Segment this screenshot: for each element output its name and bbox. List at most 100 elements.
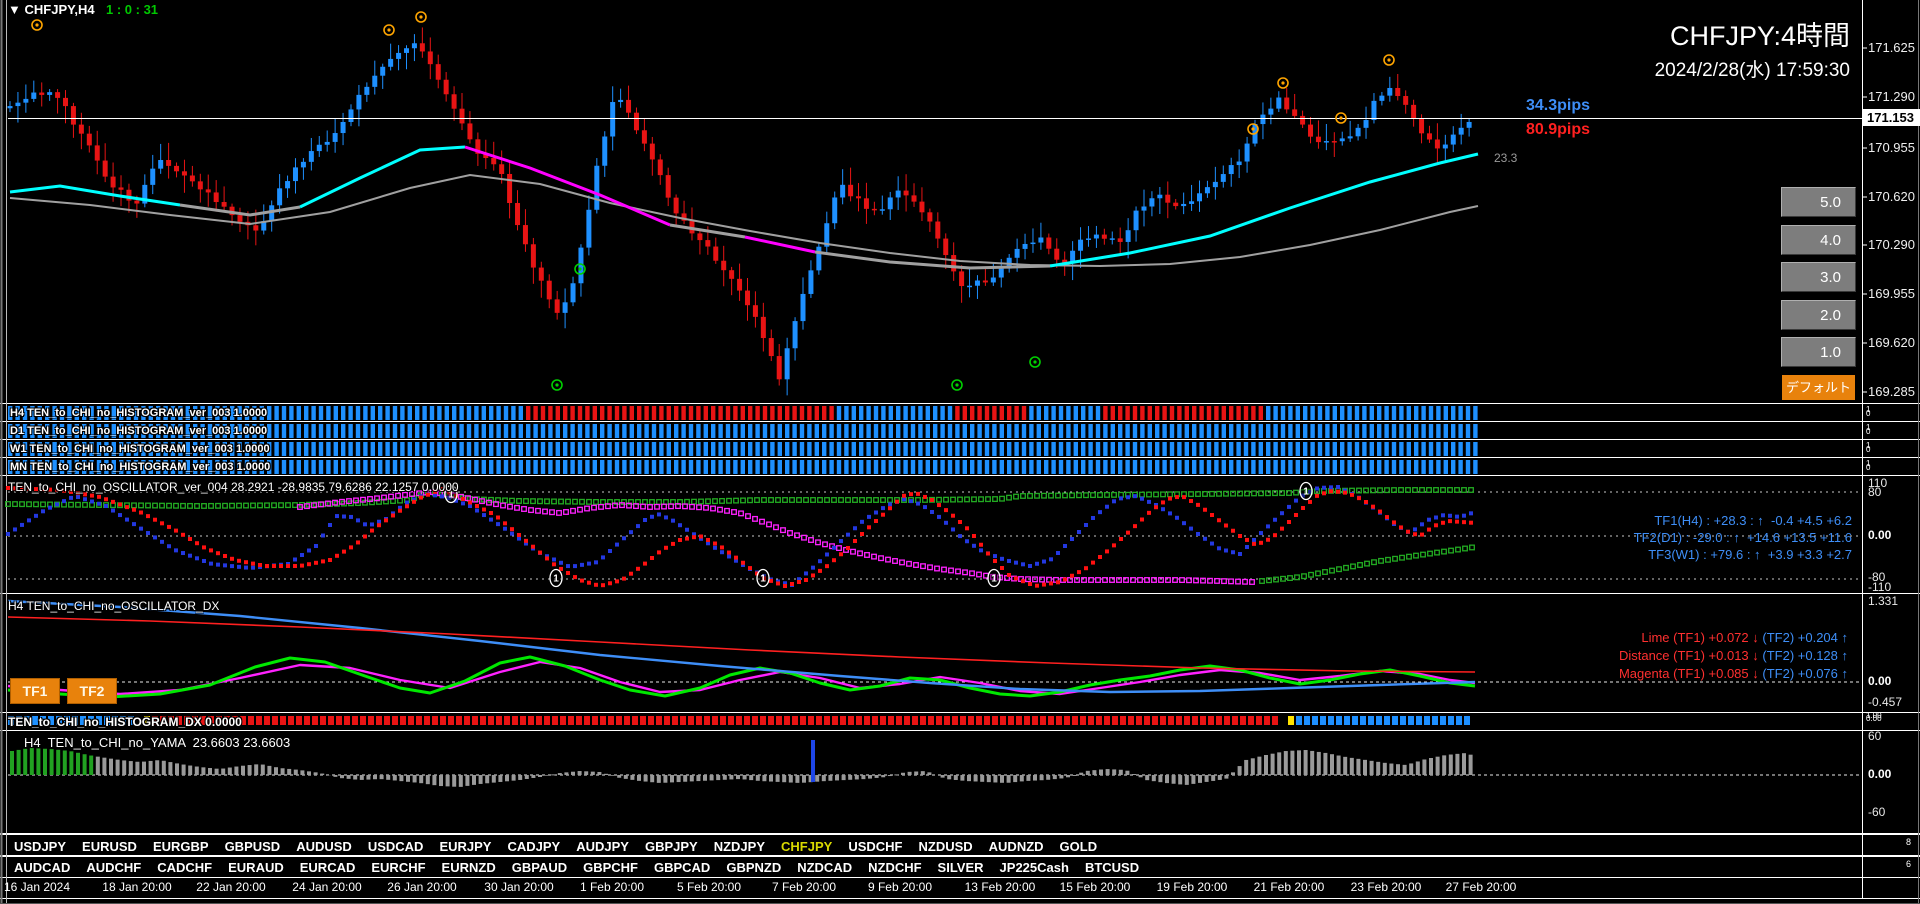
symbol-item-eurjpy[interactable]: EURJPY [439, 839, 491, 854]
circled-one-marker: 1 [756, 568, 770, 588]
candle-body [443, 79, 449, 95]
subwindow-scale-label: -110 [1868, 580, 1892, 594]
symbol-item-cadchf[interactable]: CADCHF [157, 860, 212, 875]
subwindow-scale-label: -60 [1868, 805, 1886, 819]
symbol-item-usdcad[interactable]: USDCAD [368, 839, 424, 854]
symbol-item-btcusd[interactable]: BTCUSD [1085, 860, 1139, 875]
candle-body [1085, 238, 1091, 240]
legend-tf1-value: Magenta (TF1) +0.085 ↓ [1618, 666, 1763, 681]
candle-body [1054, 248, 1060, 260]
symbol-item-gbpusd[interactable]: GBPUSD [225, 839, 281, 854]
signal-circle-icon [551, 379, 563, 391]
mini-scale-digit: 0 [1866, 463, 1871, 472]
symbol-item-gbpcad[interactable]: GBPCAD [654, 860, 710, 875]
zoom-level-button[interactable]: 4.0 [1781, 225, 1856, 255]
symbol-item-euraud[interactable]: EURAUD [228, 860, 284, 875]
symbol-item-eurgbp[interactable]: EURGBP [153, 839, 209, 854]
date-axis-label: 26 Jan 20:00 [387, 880, 457, 894]
mini-scale-glyph: 10 [1866, 442, 1876, 454]
symbol-item-silver[interactable]: SILVER [938, 860, 984, 875]
candle-body [23, 98, 29, 103]
symbol-item-audchf[interactable]: AUDCHF [86, 860, 141, 875]
symbol-item-gbpaud[interactable]: GBPAUD [512, 860, 567, 875]
svg-text:1: 1 [1303, 487, 1309, 498]
candle-body [586, 209, 592, 248]
mini-scale-glyph: 6 [1906, 859, 1912, 869]
candle-body [800, 293, 806, 322]
candle-body [181, 171, 187, 176]
symbol-item-audcad[interactable]: AUDCAD [14, 860, 70, 875]
symbol-item-eurusd[interactable]: EURUSD [82, 839, 137, 854]
candle-body [816, 246, 822, 271]
zoom-level-button[interactable]: 2.0 [1781, 300, 1856, 330]
candle-body [1466, 121, 1472, 128]
candle-body [1228, 165, 1234, 175]
candle-body [7, 106, 13, 109]
candle-body [974, 280, 980, 286]
zoom-level-button[interactable]: 5.0 [1781, 187, 1856, 217]
candle-body [959, 271, 965, 287]
candle-body [1046, 237, 1052, 249]
symbol-item-eurchf[interactable]: EURCHF [371, 860, 425, 875]
candle-body [1355, 127, 1361, 137]
trading-app-window: 11111 ▼ CHFJPY,H4 1 : 0 : 31 CHFJPY:4時間 … [0, 0, 1920, 904]
candle-body [1197, 193, 1202, 202]
chevron-down-icon[interactable]: ▼ [8, 2, 21, 17]
symbol-item-audnzd[interactable]: AUDNZD [989, 839, 1044, 854]
candle-body [451, 94, 457, 109]
chart-symbol-title: ▼ CHFJPY,H4 [8, 2, 95, 17]
date-axis-label: 5 Feb 20:00 [676, 880, 742, 894]
candle-body [522, 225, 528, 245]
legend-tf2-value: (TF2) +0.128 ↑ [1762, 648, 1848, 663]
zoom-level-button[interactable]: 1.0 [1781, 337, 1856, 367]
candle-body [562, 302, 568, 313]
candle-body [919, 201, 925, 213]
candle-body [1236, 161, 1242, 166]
mini-scale-glyph: 10 [1866, 460, 1876, 472]
symbol-item-audjpy[interactable]: AUDJPY [576, 839, 629, 854]
candle-body [205, 189, 211, 193]
candle-body [832, 197, 838, 224]
symbol-item-nzdjpy[interactable]: NZDJPY [714, 839, 765, 854]
candle-body [39, 92, 45, 95]
symbol-item-nzdchf[interactable]: NZDCHF [868, 860, 921, 875]
symbol-item-eurnzd[interactable]: EURNZD [442, 860, 496, 875]
symbol-item-usdjpy[interactable]: USDJPY [14, 839, 66, 854]
symbol-item-usdchf[interactable]: USDCHF [848, 839, 902, 854]
trend-ma-segment [9, 184, 181, 207]
candle-body [911, 195, 917, 202]
tf-toggle-button[interactable]: TF2 [67, 678, 117, 704]
signal-circle-icon [1277, 77, 1289, 89]
candle-body [189, 175, 195, 182]
symbol-item-cadjpy[interactable]: CADJPY [507, 839, 560, 854]
candle-body [1181, 203, 1187, 207]
candle-body [546, 280, 552, 300]
tf-toggle-button[interactable]: TF1 [10, 678, 60, 704]
candle-body [1260, 114, 1266, 125]
date-axis-label: 1 Feb 20:00 [579, 880, 645, 894]
symbol-item-gold[interactable]: GOLD [1060, 839, 1098, 854]
zoom-level-button[interactable]: 3.0 [1781, 262, 1856, 292]
circled-one-marker: 1 [549, 568, 563, 588]
price-axis-label: 169.620 [1868, 335, 1915, 350]
symbol-item-eurcad[interactable]: EURCAD [300, 860, 356, 875]
candle-body [840, 184, 846, 198]
oscillator-panel-header: TEN_to_CHI_no_OSCILLATOR_ver_004 28.2921… [8, 480, 459, 494]
symbol-item-audusd[interactable]: AUDUSD [296, 839, 352, 854]
symbol-item-gbpchf[interactable]: GBPCHF [583, 860, 638, 875]
symbol-item-nzdcad[interactable]: NZDCAD [797, 860, 852, 875]
symbol-item-nzdusd[interactable]: NZDUSD [918, 839, 972, 854]
symbol-item-jp225cash[interactable]: JP225Cash [1000, 860, 1069, 875]
candle-body [729, 270, 735, 279]
candle-body [776, 356, 782, 380]
trend-ma-segment [744, 235, 816, 254]
mini-scale-digit: 0 [1866, 445, 1871, 454]
candle-body [626, 99, 632, 113]
symbol-item-gbpnzd[interactable]: GBPNZD [726, 860, 781, 875]
candle-body [856, 196, 862, 199]
default-zoom-button[interactable]: デフォルト [1782, 375, 1855, 400]
symbol-item-chfjpy[interactable]: CHFJPY [781, 839, 832, 854]
symbol-list-row-2: AUDCAD AUDCHF CADCHF EURAUD EURCAD EURCHF EURN… [0, 860, 1139, 875]
symbol-item-gbpjpy[interactable]: GBPJPY [645, 839, 698, 854]
candle-body [491, 157, 497, 165]
